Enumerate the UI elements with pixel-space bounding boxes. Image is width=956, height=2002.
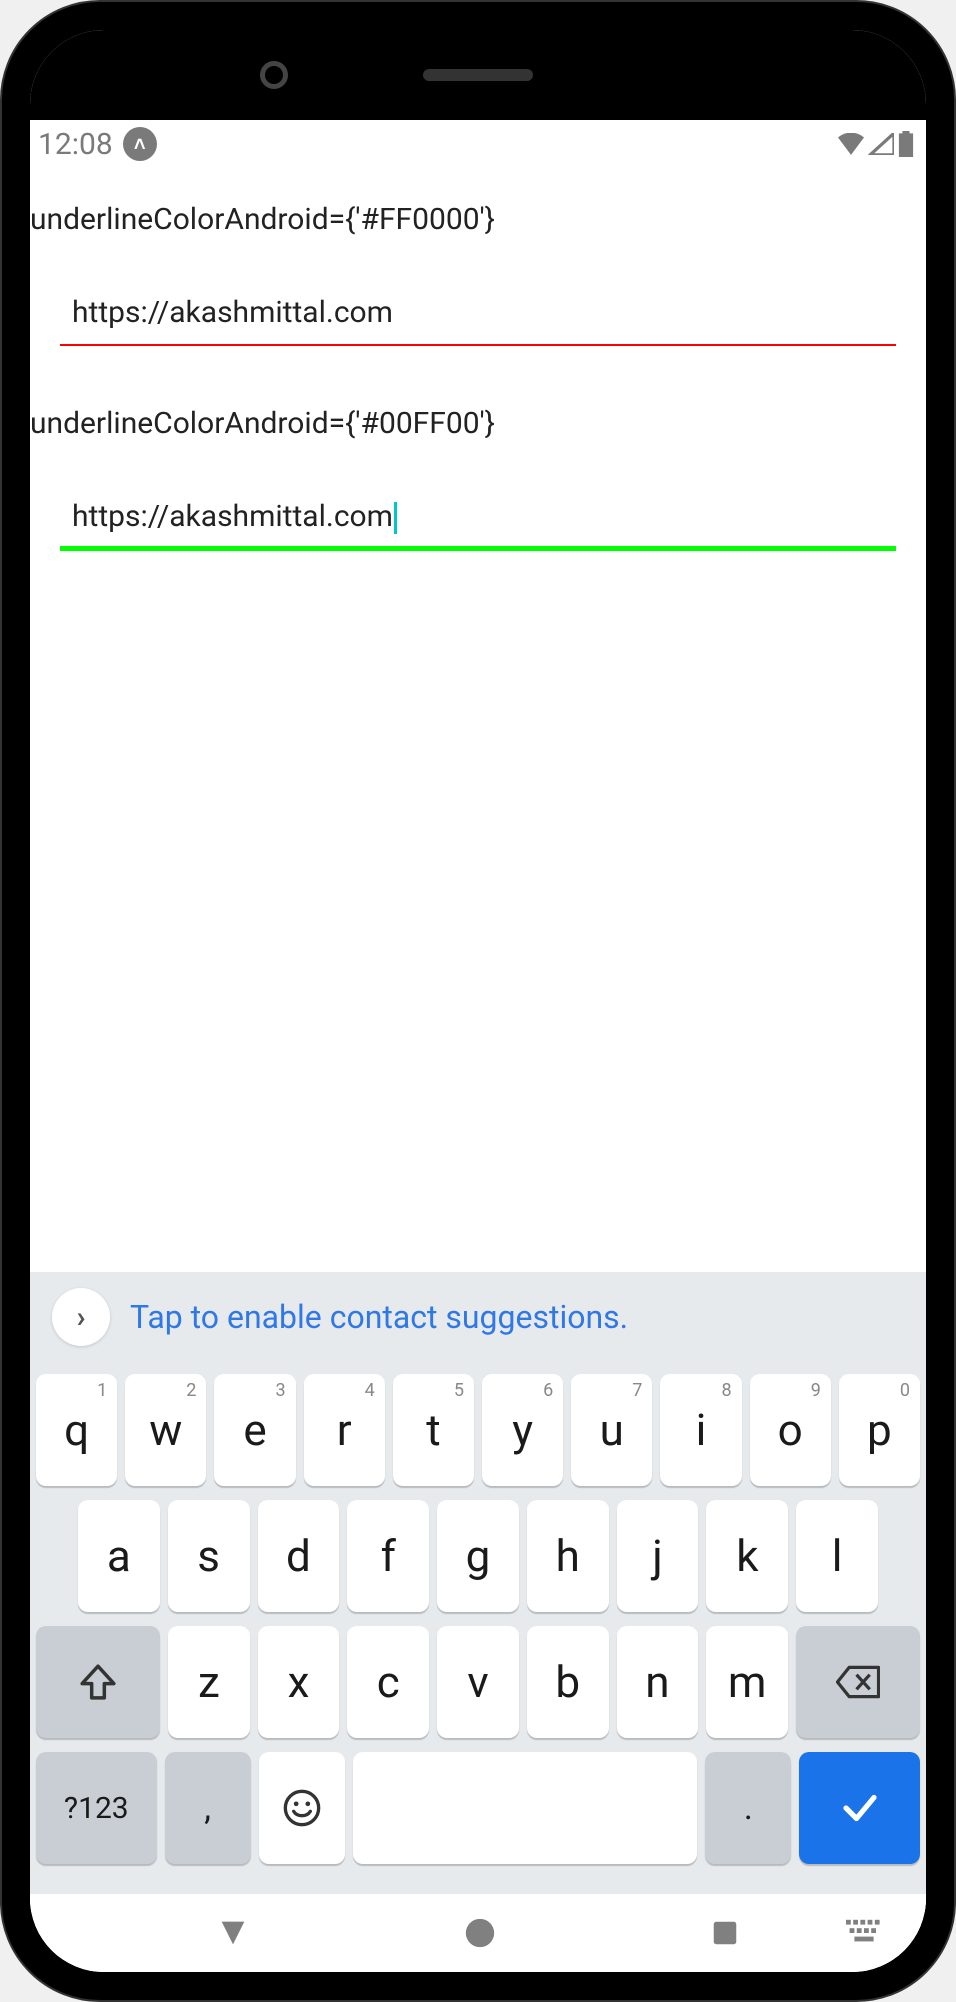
key-e[interactable]: e3 (214, 1374, 295, 1486)
emoji-icon (282, 1788, 322, 1828)
nav-home-button[interactable] (463, 1916, 497, 1950)
keyboard-row-2: asdfghjkl (36, 1500, 920, 1612)
wifi-icon (838, 133, 864, 155)
text-input-red[interactable] (60, 285, 896, 344)
key-s[interactable]: s (168, 1500, 250, 1612)
chevron-right-icon: › (76, 1300, 85, 1335)
backspace-icon (836, 1665, 880, 1699)
key-l[interactable]: l (796, 1500, 878, 1612)
key-z[interactable]: z (168, 1626, 250, 1738)
label-underline-green: underlineColorAndroid={'#00FF00'} (30, 406, 926, 441)
key-w[interactable]: w2 (125, 1374, 206, 1486)
key-r[interactable]: r4 (304, 1374, 385, 1486)
nav-back-button[interactable] (216, 1916, 250, 1950)
signal-icon (868, 133, 894, 155)
key-o[interactable]: o9 (750, 1374, 831, 1486)
suggestion-expand-button[interactable]: › (52, 1288, 110, 1346)
key-i[interactable]: i8 (660, 1374, 741, 1486)
key-v[interactable]: v (437, 1626, 519, 1738)
shift-key[interactable] (36, 1626, 160, 1738)
keyboard-suggestion-bar: › Tap to enable contact suggestions. (30, 1272, 926, 1362)
key-p[interactable]: p0 (839, 1374, 920, 1486)
label-underline-red: underlineColorAndroid={'#FF0000'} (30, 202, 926, 237)
nav-recents-button[interactable] (710, 1918, 740, 1948)
key-d[interactable]: d (258, 1500, 340, 1612)
status-time: 12:08 (38, 127, 113, 162)
app-notification-icon: ˄ (123, 127, 157, 161)
status-right (838, 131, 914, 157)
speaker-slot (423, 69, 533, 81)
soft-keyboard: q1w2e3r4t5y6u7i8o9p0 asdfghjkl zxcvbnm ?… (30, 1362, 926, 1894)
system-nav-bar (30, 1894, 926, 1972)
phone-frame: 12:08 ˄ underlineColorAndroid={'#FF0000'… (0, 0, 956, 2002)
shift-icon (79, 1663, 117, 1701)
key-b[interactable]: b (527, 1626, 609, 1738)
key-n[interactable]: n (617, 1626, 699, 1738)
key-u[interactable]: u7 (571, 1374, 652, 1486)
battery-icon (898, 131, 914, 157)
phone-screen: 12:08 ˄ underlineColorAndroid={'#FF0000'… (30, 30, 926, 1972)
key-a[interactable]: a (78, 1500, 160, 1612)
comma-key[interactable]: , (165, 1752, 251, 1864)
key-j[interactable]: j (617, 1500, 699, 1612)
status-bar: 12:08 ˄ (30, 120, 926, 168)
key-t[interactable]: t5 (393, 1374, 474, 1486)
period-key[interactable]: . (705, 1752, 791, 1864)
key-k[interactable]: k (706, 1500, 788, 1612)
key-h[interactable]: h (527, 1500, 609, 1612)
key-c[interactable]: c (347, 1626, 429, 1738)
backspace-key[interactable] (796, 1626, 920, 1738)
text-input-green-wrap[interactable]: https://akashmittal.com (60, 489, 896, 551)
emoji-key[interactable] (259, 1752, 345, 1864)
keyboard-row-1: q1w2e3r4t5y6u7i8o9p0 (36, 1374, 920, 1486)
suggestion-text[interactable]: Tap to enable contact suggestions. (130, 1298, 628, 1336)
space-key[interactable] (353, 1752, 697, 1864)
enter-key[interactable] (799, 1752, 920, 1864)
device-notch (30, 30, 926, 120)
text-input-green[interactable]: https://akashmittal.com (60, 489, 896, 546)
key-y[interactable]: y6 (482, 1374, 563, 1486)
key-x[interactable]: x (258, 1626, 340, 1738)
keyboard-row-4: ?123 , . (36, 1752, 920, 1864)
text-cursor (394, 502, 397, 534)
text-input-red-wrap[interactable] (60, 285, 896, 346)
symbols-key[interactable]: ?123 (36, 1752, 157, 1864)
key-q[interactable]: q1 (36, 1374, 117, 1486)
app-content: underlineColorAndroid={'#FF0000'} underl… (30, 168, 926, 1972)
check-icon (839, 1787, 881, 1829)
key-g[interactable]: g (437, 1500, 519, 1612)
key-f[interactable]: f (347, 1500, 429, 1612)
nav-keyboard-switch-button[interactable] (846, 1919, 882, 1947)
key-m[interactable]: m (706, 1626, 788, 1738)
keyboard-row-3: zxcvbnm (36, 1626, 920, 1738)
camera-dot (260, 61, 288, 89)
